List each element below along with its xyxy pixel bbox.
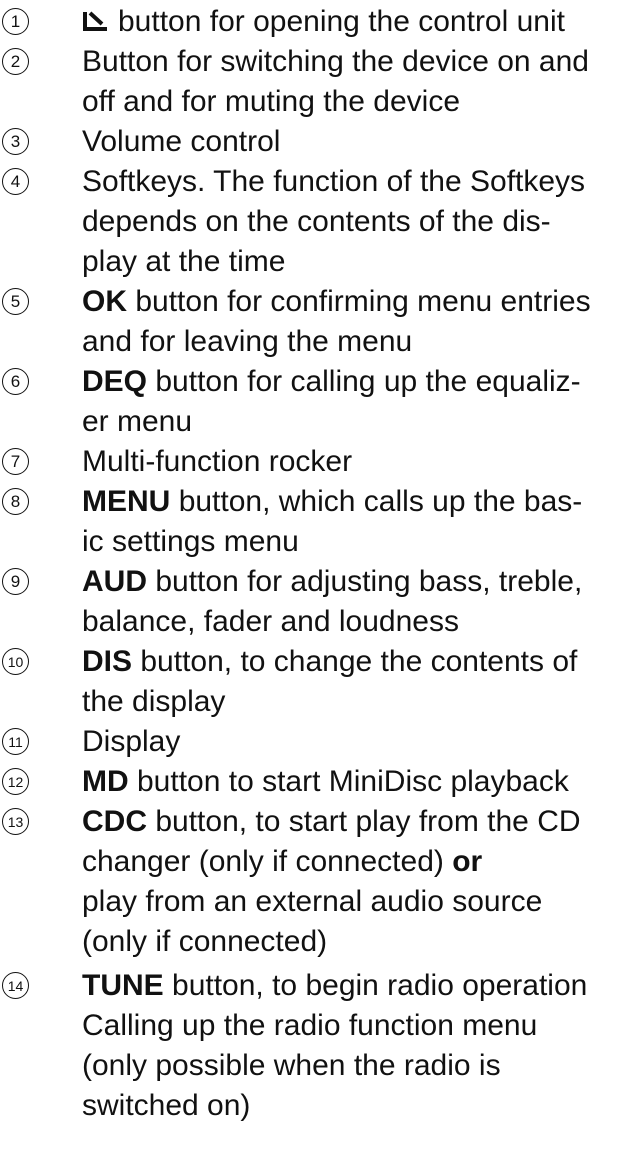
- item-number: 2: [2, 48, 29, 75]
- button-keyword: MD: [82, 765, 129, 798]
- item-text: OK button for confirming menu entries an…: [82, 285, 591, 358]
- item-number: 10: [2, 648, 29, 675]
- button-keyword: CDC: [82, 805, 147, 838]
- item-number: 11: [2, 728, 29, 755]
- item-text: Softkeys. The function of the Softkeys d…: [82, 165, 586, 278]
- item-text: DIS button, to change the contents of th…: [82, 645, 578, 718]
- button-keyword: AUD: [82, 565, 147, 598]
- item-number: 13: [2, 808, 29, 835]
- item-number: 4: [2, 168, 29, 195]
- button-keyword: DEQ: [82, 365, 148, 398]
- button-keyword: OK: [82, 285, 127, 318]
- item-text: CDC button, to start play from the CD ch…: [82, 805, 581, 958]
- item-text: DEQ button for calling up the equaliz- e…: [82, 365, 581, 438]
- item-text: Display: [82, 725, 181, 758]
- emphasis-or: or: [452, 845, 483, 878]
- eject-icon: [83, 11, 107, 31]
- item-text: MD button to start MiniDisc playback: [82, 765, 569, 798]
- button-keyword: TUNE: [82, 969, 164, 1002]
- item-number: 9: [2, 568, 29, 595]
- item-number: 3: [2, 128, 29, 155]
- item-text: AUD button for adjusting bass, treble, b…: [82, 565, 583, 638]
- button-keyword: DIS: [82, 645, 133, 678]
- item-text: button for opening the control unit: [82, 2, 640, 42]
- item-text: Button for switching the device on and o…: [82, 45, 589, 118]
- item-number: 7: [2, 448, 29, 475]
- item-text: MENU button, which calls up the bas- ic …: [82, 485, 583, 558]
- item-text: Multi-function rocker: [82, 445, 353, 478]
- item-number: 14: [2, 972, 29, 999]
- item-number: 1: [2, 8, 29, 35]
- item-number: 8: [2, 488, 29, 515]
- item-number: 12: [2, 768, 29, 795]
- item-text: Volume control: [82, 125, 281, 158]
- item-text: TUNE button, to begin radio operation Ca…: [82, 969, 588, 1122]
- button-keyword: MENU: [82, 485, 171, 518]
- item-number: 5: [2, 288, 29, 315]
- item-number: 6: [2, 368, 29, 395]
